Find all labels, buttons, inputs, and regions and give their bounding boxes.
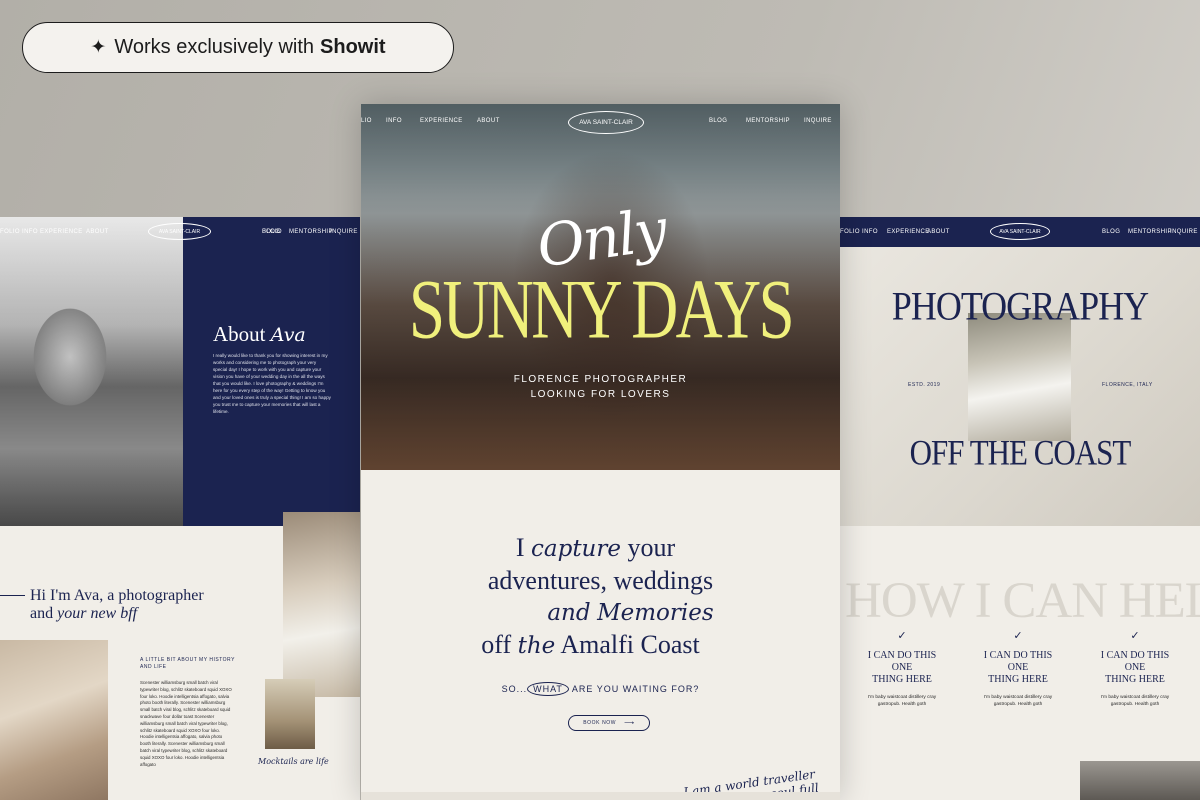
badge-text: Works exclusively with: [114, 36, 315, 58]
service-item: ✓ I CAN DO THIS ONE THING HERE I'm baby …: [1090, 629, 1180, 708]
logo-oval[interactable]: AVA SAINT-CLAIR: [568, 111, 644, 134]
about-title-text: About: [213, 322, 266, 346]
about-page-preview: FOLIO INFO EXPERIENCE ABOUT FOLIO BLOG M…: [0, 217, 360, 800]
service-text: I'm baby waistcoat distillery cray gastr…: [1090, 694, 1180, 708]
badge-brand: Showit: [320, 36, 386, 58]
check-icon: ✓: [897, 630, 907, 642]
service-text: I'm baby waistcoat distillery cray gastr…: [973, 694, 1063, 708]
nav-about[interactable]: ABOUT: [927, 229, 950, 235]
help-heading: HOW I CAN HELP: [845, 573, 1200, 629]
service-title: I CAN DO THIS ONE THING HERE: [973, 650, 1063, 686]
cap-i: I: [515, 533, 525, 562]
nav-experience[interactable]: EXPERIENCE: [420, 118, 463, 124]
service-text-l1: I'm baby waistcoat distillery cray: [867, 695, 937, 700]
nav-inquire[interactable]: INQUIRE: [1170, 229, 1198, 235]
about-hero-photo: [0, 217, 183, 526]
nav-folio[interactable]: FOLIO: [840, 229, 860, 235]
nav-mentorship[interactable]: MENTORSHIP: [289, 229, 333, 235]
nav-mentorship[interactable]: MENTORSHIP: [1128, 229, 1172, 235]
cap-off: off: [481, 630, 512, 659]
intro-line-2a: and: [30, 605, 54, 622]
nav-inquire[interactable]: INQUIRE: [804, 118, 832, 124]
book-now-label: BOOK NOW: [583, 720, 617, 726]
waiting-text: SO... WHAT ARE YOU WAITING FOR?: [361, 682, 840, 696]
hero-subtitle-1: FLORENCE PHOTOGRAPHER: [513, 374, 688, 385]
service-title: I CAN DO THIS ONE THING HERE: [857, 650, 947, 686]
nav-folio[interactable]: LIO: [361, 118, 372, 124]
so-what: WHAT: [527, 682, 569, 696]
logo-oval[interactable]: AVA SAINT-CLAIR: [148, 223, 211, 240]
history-label: A LITTLE BIT ABOUT MY HISTORY AND LIFE: [140, 657, 235, 670]
cap-amalfi: Amalfi Coast: [560, 630, 700, 659]
nav-blog[interactable]: BLOG: [262, 229, 280, 235]
capture-heading: I capture your adventures, weddings and …: [361, 532, 840, 662]
photography-title: PHOTOGRAPHY: [891, 283, 1149, 329]
nav-inquire[interactable]: INQUIRE: [330, 229, 358, 235]
intro-line-1: Hi I'm Ava, a photographer: [30, 587, 204, 604]
home-page-preview: LIO INFO EXPERIENCE ABOUT BLOG MENTORSHI…: [361, 104, 840, 800]
bottom-portrait-photo: [1080, 761, 1200, 800]
service-text-l2: gastropub. Health goth: [877, 702, 927, 707]
service-title: I CAN DO THIS ONE THING HERE: [1090, 650, 1180, 686]
cap-memories: Memories: [597, 600, 714, 626]
nav-blog[interactable]: BLOG: [709, 118, 727, 124]
service-text-l2: gastropub. Health goth: [993, 702, 1043, 707]
mocktail-photo: [265, 679, 315, 749]
nav-blog[interactable]: BLOG: [1102, 229, 1120, 235]
service-title-l1: I CAN DO THIS ONE: [867, 650, 937, 673]
established-label: ESTD. 2019: [908, 382, 941, 388]
about-title-italic: Ava: [270, 324, 306, 346]
cap-line-2: adventures, weddings: [487, 566, 714, 595]
sparkle-icon: ✦: [90, 37, 107, 58]
service-title-l2: THING HERE: [988, 674, 1048, 685]
nav-about[interactable]: ABOUT: [477, 118, 500, 124]
coast-title: OFF THE COAST: [909, 432, 1132, 473]
service-text: I'm baby waistcoat distillery cray gastr…: [857, 694, 947, 708]
nav-info[interactable]: INFO: [386, 118, 402, 124]
nav-mentorship[interactable]: MENTORSHIP: [746, 118, 790, 124]
about-text: I really would like to thank you for sho…: [213, 353, 331, 414]
check-icon: ✓: [1013, 630, 1023, 642]
hero-subtitle-2: LOOKING FOR LOVERS: [530, 389, 671, 400]
cap-your: your: [627, 533, 676, 562]
mocktail-caption: Mocktails are life: [258, 757, 329, 766]
service-title-l2: THING HERE: [872, 674, 932, 685]
service-item: ✓ I CAN DO THIS ONE THING HERE I'm baby …: [973, 629, 1063, 708]
nav-experience[interactable]: EXPERIENCE: [887, 229, 930, 235]
divider-line: [0, 595, 25, 596]
so-prefix: SO...: [501, 684, 528, 694]
service-title-l1: I CAN DO THIS ONE: [1100, 650, 1170, 673]
service-item: ✓ I CAN DO THIS ONE THING HERE I'm baby …: [857, 629, 947, 708]
service-text-l1: I'm baby waistcoat distillery cray: [983, 695, 1053, 700]
book-now-button[interactable]: BOOK NOW ⟶: [568, 715, 650, 731]
portrait-photo: [0, 640, 108, 800]
hero-title: SUNNY DAYS: [408, 262, 795, 358]
intro-line-2b: your new bff: [57, 605, 138, 622]
history-text: Scenester williamsburg small batch viral…: [140, 680, 232, 767]
services-page-preview: FOLIO INFO EXPERIENCE ABOUT BLOG MENTORS…: [840, 217, 1200, 800]
cap-capture: capture: [531, 536, 621, 562]
hero-subtitle: FLORENCE PHOTOGRAPHER LOOKING FOR LOVERS: [361, 372, 840, 402]
location-label: FLORENCE, ITALY: [1102, 382, 1153, 388]
logo-oval[interactable]: AVA SAINT-CLAIR: [990, 223, 1050, 240]
check-icon: ✓: [1130, 630, 1140, 642]
nav-info[interactable]: INFO: [862, 229, 878, 235]
beach-photo: [283, 512, 360, 697]
intro-heading: Hi I'm Ava, a photographer and your new …: [30, 587, 204, 623]
cap-the: the: [517, 633, 556, 659]
so-suffix: ARE YOU WAITING FOR?: [571, 684, 700, 694]
cap-and: and: [547, 600, 591, 626]
service-title-l2: THING HERE: [1105, 674, 1165, 685]
bottom-band: [361, 792, 840, 800]
service-text-l1: I'm baby waistcoat distillery cray: [1100, 695, 1170, 700]
arrow-right-icon: ⟶: [624, 720, 635, 727]
service-text-l2: gastropub. Health goth: [1110, 702, 1160, 707]
showit-badge: ✦ Works exclusively with Showit: [22, 22, 454, 73]
photography-photo: [968, 313, 1071, 441]
about-title: About Ava: [213, 322, 306, 347]
service-title-l1: I CAN DO THIS ONE: [983, 650, 1053, 673]
